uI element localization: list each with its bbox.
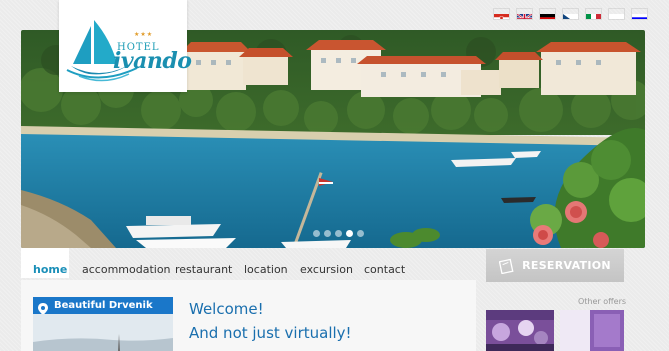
slovenian-flag-icon[interactable] xyxy=(632,9,647,19)
slider-dot[interactable] xyxy=(335,230,342,237)
croatian-flag-icon[interactable] xyxy=(494,9,509,19)
slider-pagination xyxy=(313,230,364,237)
location-pin-icon xyxy=(38,300,48,315)
nav-item-contact[interactable]: contact xyxy=(364,263,405,276)
nav-item-accommodation[interactable]: accommodation xyxy=(82,263,171,276)
italian-flag-icon[interactable] xyxy=(586,9,601,19)
nav-item-location[interactable]: location xyxy=(244,263,288,276)
other-offers-label: Other offers xyxy=(578,297,627,306)
slider-dot-active[interactable] xyxy=(346,230,353,237)
english-flag-icon[interactable] xyxy=(517,9,532,19)
nav-item-excursion[interactable]: excursion xyxy=(300,263,353,276)
calendar-icon xyxy=(498,258,514,274)
nav-item-restaurant[interactable]: restaurant xyxy=(175,263,232,276)
slider-dot[interactable] xyxy=(313,230,320,237)
czech-flag-icon[interactable] xyxy=(563,9,578,19)
logo-stars: ★★★ xyxy=(134,31,154,38)
reservation-label: RESERVATION xyxy=(522,259,611,272)
slider-dot[interactable] xyxy=(357,230,364,237)
welcome-subheading: And not just virtually! xyxy=(189,324,352,342)
slider-dot[interactable] xyxy=(324,230,331,237)
sidebar-box-header: Beautiful Drvenik xyxy=(33,297,173,315)
nav-item-home[interactable]: home xyxy=(33,263,67,276)
welcome-heading: Welcome! xyxy=(189,300,264,318)
reservation-button[interactable]: RESERVATION xyxy=(486,249,624,282)
drvenik-thumbnail-image xyxy=(33,314,173,351)
language-switcher xyxy=(494,9,647,19)
offer-thumbnail[interactable] xyxy=(560,310,624,351)
polish-flag-icon[interactable] xyxy=(609,9,624,19)
hotel-logo[interactable]: ★★★ HOTEL ivando xyxy=(59,0,192,92)
sidebar-box-title: Beautiful Drvenik xyxy=(54,300,153,311)
beautiful-drvenik-box[interactable]: Beautiful Drvenik xyxy=(33,297,173,351)
logo-hotel-name: ivando xyxy=(113,48,192,74)
offer-thumbnail[interactable] xyxy=(486,310,554,351)
german-flag-icon[interactable] xyxy=(540,9,555,19)
